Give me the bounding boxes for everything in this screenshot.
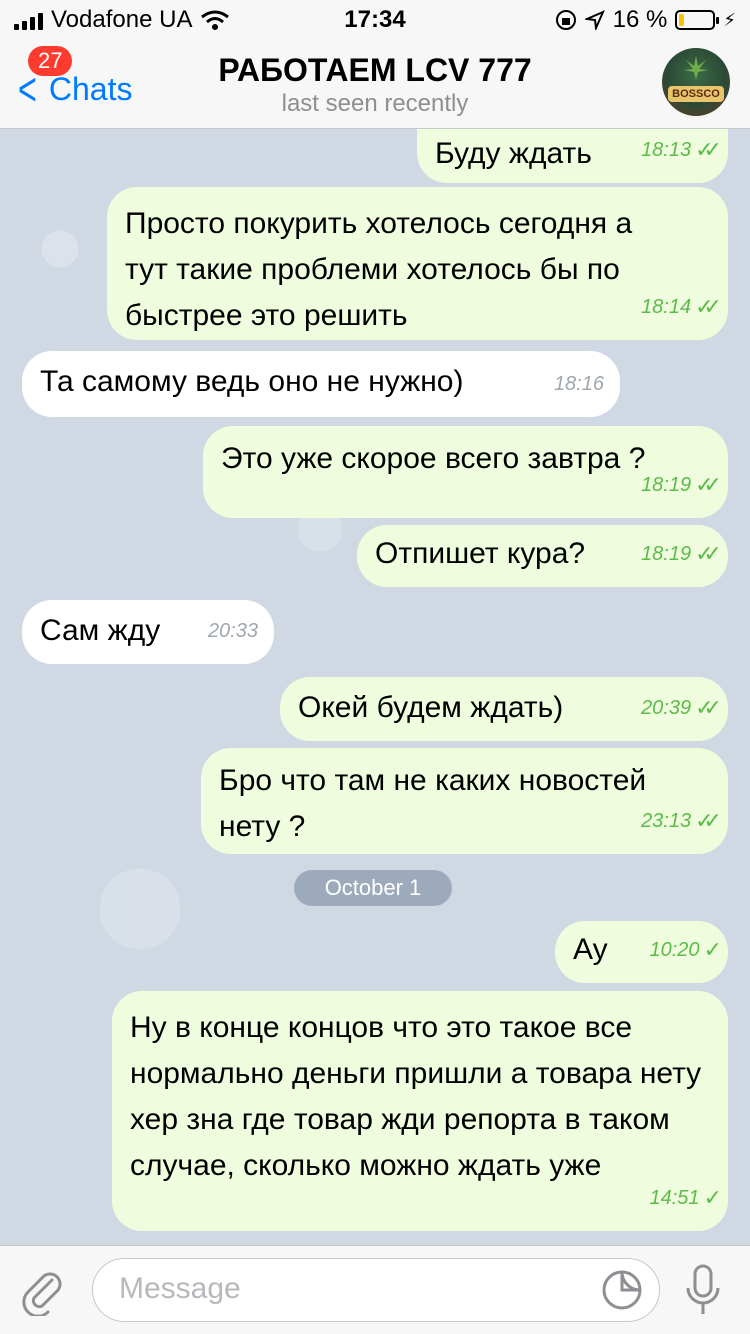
message-text: Это уже скорое всего завтра ?: [221, 442, 646, 475]
status-bar: Vodafone UA 17:34 16 % ⚡: [0, 0, 750, 40]
battery-percent: 16 %: [612, 6, 668, 33]
message-text: Буду ждать: [435, 137, 592, 170]
date-separator: October 1: [294, 870, 452, 906]
message-text: Бро что там не каких новостей нету ?: [219, 764, 647, 843]
message-time: 18:19: [641, 474, 692, 496]
message-time: 18:14: [641, 296, 692, 318]
avatar[interactable]: BOSSCO: [662, 48, 730, 116]
message-bubble[interactable]: Отпишет кура? 18:19 ✓✓: [357, 525, 728, 587]
message-field[interactable]: [92, 1258, 660, 1322]
attach-icon[interactable]: [18, 1266, 68, 1316]
chat-status: last seen recently: [281, 90, 469, 117]
message-list[interactable]: Буду ждать 18:13 ✓✓ Просто покурить хотел…: [0, 129, 750, 1245]
message-time: 14:51: [649, 1187, 700, 1209]
message-bubble[interactable]: Та самому ведь оно не нужно) 18:16: [22, 351, 620, 417]
check-icon: ✓: [703, 937, 723, 962]
message-text: Ау: [573, 933, 608, 966]
sticker-icon[interactable]: [601, 1269, 643, 1311]
double-check-icon: ✓✓: [695, 137, 722, 162]
message-text: Ну в конце концов что это такое все норм…: [130, 1011, 702, 1182]
message-bubble[interactable]: Буду ждать 18:13 ✓✓: [417, 129, 728, 183]
message-time: 18:16: [553, 373, 604, 395]
double-check-icon: ✓✓: [695, 541, 722, 566]
composer: [0, 1245, 750, 1334]
message-text: Окей будем ждать): [298, 691, 564, 724]
message-bubble[interactable]: Сам жду 20:33: [22, 600, 274, 664]
message-time: 20:39: [641, 697, 692, 719]
chat-title[interactable]: РАБОТАЕМ LCV 777: [0, 52, 750, 89]
message-text: Та самому ведь оно не нужно): [40, 365, 464, 398]
message-time: 18:13: [641, 139, 692, 161]
battery-icon: [675, 10, 720, 30]
chat-header: < Chats 27 РАБОТАЕМ LCV 777 last seen re…: [0, 40, 750, 129]
message-text: Отпишет кура?: [375, 537, 586, 570]
double-check-icon: ✓✓: [695, 472, 722, 497]
check-icon: ✓: [703, 1185, 723, 1210]
avatar-logo-text: BOSSCO: [668, 86, 724, 102]
message-bubble[interactable]: Ау 10:20 ✓: [555, 921, 728, 983]
message-time: 23:13: [641, 810, 692, 832]
location-icon: [584, 10, 605, 30]
rotation-lock-icon: [555, 10, 576, 30]
double-check-icon: ✓✓: [695, 294, 722, 319]
message-text: Сам жду: [40, 614, 161, 647]
message-time: 20:33: [207, 620, 258, 642]
leaf-icon: [684, 56, 708, 80]
message-bubble[interactable]: Бро что там не каких новостей нету ? 23:…: [201, 748, 728, 854]
microphone-icon[interactable]: [682, 1264, 724, 1318]
message-time: 18:19: [641, 543, 692, 565]
double-check-icon: ✓✓: [695, 808, 722, 833]
message-bubble[interactable]: Окей будем ждать) 20:39 ✓✓: [280, 677, 728, 741]
message-bubble[interactable]: Просто покурить хотелось сегодня а тут т…: [107, 187, 728, 340]
charging-icon: ⚡: [723, 9, 736, 30]
message-text: Просто покурить хотелось сегодня а тут т…: [125, 207, 633, 332]
message-bubble[interactable]: Это уже скорое всего завтра ? 18:19 ✓✓: [203, 426, 728, 518]
message-input[interactable]: [117, 1271, 581, 1307]
message-time: 10:20: [649, 939, 700, 961]
message-bubble[interactable]: Ну в конце концов что это такое все норм…: [112, 991, 728, 1231]
double-check-icon: ✓✓: [695, 695, 722, 720]
